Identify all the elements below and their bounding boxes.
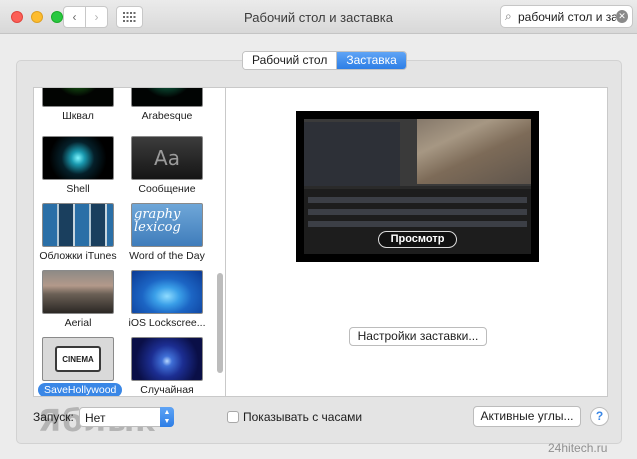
watermark-site: 24hitech.ru <box>548 441 608 455</box>
screensaver-settings-button[interactable]: Настройки заставки... <box>349 327 487 346</box>
system-preferences-window: ‹ › Рабочий стол и заставка ⌕ ✕ Рабочий … <box>0 0 637 459</box>
screensaver-thumbnail <box>131 337 203 381</box>
start-after-value: Нет <box>85 411 106 425</box>
chevron-right-icon: › <box>94 10 99 24</box>
screensaver-thumbnail: Aa <box>131 136 203 180</box>
screensaver-item-ios-lockscreen[interactable]: iOS Lockscree... <box>127 270 207 329</box>
show-all-button[interactable] <box>116 6 143 28</box>
screensaver-item-aerial[interactable]: Aerial <box>38 270 118 329</box>
screensaver-label: Arabesque <box>141 110 193 122</box>
search-icon: ⌕ <box>505 9 512 23</box>
close-window-button[interactable] <box>11 11 23 23</box>
minimize-window-button[interactable] <box>31 11 43 23</box>
screensaver-item-message[interactable]: Aa Сообщение <box>127 136 207 195</box>
screensaver-label: Шквал <box>62 110 94 122</box>
screensaver-list[interactable]: Шквал Arabesque Shell Aa Сообщение Облож… <box>33 87 226 397</box>
grid-icon <box>123 12 136 22</box>
screensaver-thumbnail <box>131 88 203 107</box>
start-after-select[interactable]: Нет ▲ ▼ <box>79 407 174 427</box>
screensaver-item-arabesque[interactable]: Arabesque <box>127 88 207 122</box>
search-input[interactable] <box>517 9 616 24</box>
screensaver-label: Сообщение <box>138 183 196 195</box>
title-bar: ‹ › Рабочий стол и заставка ⌕ ✕ <box>0 0 637 34</box>
help-button[interactable]: ? <box>590 407 609 426</box>
screensaver-thumbnail <box>42 270 114 314</box>
screensaver-thumbnail <box>42 203 114 247</box>
screensaver-item-random[interactable]: Случайная <box>127 337 207 396</box>
screensaver-item-itunes[interactable]: Обложки iTunes <box>38 203 118 262</box>
back-button[interactable]: ‹ <box>63 6 86 28</box>
tab-bar: Рабочий стол Заставка <box>242 51 407 70</box>
forward-button[interactable]: › <box>85 6 108 28</box>
screensaver-thumbnail: CINEMA <box>42 337 114 381</box>
list-scrollbar[interactable] <box>217 273 223 373</box>
screensaver-item-savehollywood[interactable]: CINEMA SaveHollywood <box>38 337 123 396</box>
screensaver-thumbnail: graphy lexicog <box>131 203 203 247</box>
maximize-window-button[interactable] <box>51 11 63 23</box>
screensaver-item-shell[interactable]: Shell <box>38 136 118 195</box>
screensaver-label: Word of the Day <box>129 250 205 262</box>
preview-button[interactable]: Просмотр <box>378 231 457 248</box>
screensaver-label: Обложки iTunes <box>39 250 117 262</box>
show-with-clock-checkbox[interactable] <box>227 411 239 423</box>
screensaver-thumbnail <box>131 270 203 314</box>
tab-screensaver[interactable]: Заставка <box>336 52 406 69</box>
up-down-arrows-icon: ▲ ▼ <box>160 407 174 427</box>
chevron-left-icon: ‹ <box>72 10 77 24</box>
screensaver-label: Shell <box>66 183 90 195</box>
hot-corners-button[interactable]: Активные углы... <box>473 406 581 427</box>
screensaver-thumbnail <box>42 136 114 180</box>
screensaver-thumbnail <box>42 88 114 107</box>
show-with-clock-label[interactable]: Показывать с часами <box>243 410 362 424</box>
screensaver-label: iOS Lockscree... <box>128 317 206 329</box>
cinema-ticket-icon: CINEMA <box>55 346 101 372</box>
screensaver-label: Aerial <box>64 317 92 329</box>
search-field[interactable]: ⌕ ✕ <box>500 5 633 28</box>
screensaver-label: Случайная <box>140 384 194 396</box>
start-after-label: Запуск: <box>33 410 74 424</box>
screensaver-item-word-of-the-day[interactable]: graphy lexicog Word of the Day <box>127 203 207 262</box>
clear-search-icon[interactable]: ✕ <box>615 10 628 23</box>
tab-desktop[interactable]: Рабочий стол <box>243 52 337 69</box>
screensaver-label: SaveHollywood <box>38 383 123 396</box>
screensaver-item-shkval[interactable]: Шквал <box>38 88 118 122</box>
